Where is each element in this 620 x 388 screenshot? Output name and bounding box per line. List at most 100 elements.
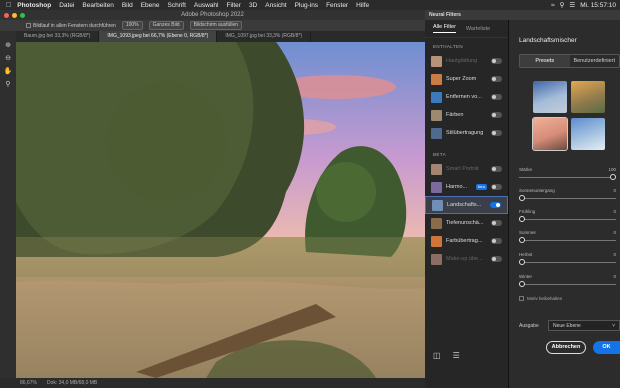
output-select[interactable]: Neue Ebene ˅ bbox=[548, 320, 620, 331]
tab-baum[interactable]: Baum.jpg bei 33,3% (RGB/8*) bbox=[16, 31, 100, 42]
filter-thumbnail bbox=[431, 235, 442, 247]
menu-item-plugins[interactable]: Plug-ins bbox=[295, 2, 318, 9]
keep-subject-checkbox[interactable]: Motiv beibehalten bbox=[519, 296, 562, 301]
tab-img-1093[interactable]: IMG_1093.jpeg bei 66,7% (Ebene 0, RGB/8*… bbox=[99, 31, 218, 42]
slider-strength[interactable]: Stärke 100 bbox=[519, 167, 616, 180]
menu-item-datei[interactable]: Datei bbox=[59, 2, 74, 9]
slider-value: 100 bbox=[608, 167, 616, 172]
slider-spring[interactable]: Frühling 0 bbox=[519, 209, 616, 222]
filter-toggle[interactable] bbox=[491, 94, 502, 100]
cancel-button[interactable]: Abbrechen bbox=[546, 341, 586, 354]
filter-toggle[interactable] bbox=[491, 184, 502, 190]
filter-toggle[interactable] bbox=[491, 166, 502, 172]
layers-icon[interactable]: ☰ bbox=[453, 351, 460, 360]
clock[interactable]: Mi. 15:57:10 bbox=[580, 2, 616, 9]
menu-app-name[interactable]: Photoshop bbox=[17, 2, 51, 9]
filter-toggle[interactable] bbox=[490, 202, 501, 208]
menu-item-hilfe[interactable]: Hilfe bbox=[356, 2, 369, 9]
minimize-window-icon[interactable] bbox=[12, 13, 17, 18]
menu-item-3d[interactable]: 3D bbox=[249, 2, 257, 9]
menu-item-ansicht[interactable]: Ansicht bbox=[265, 2, 286, 9]
filter-label: Stilübertragung bbox=[446, 130, 484, 136]
zoom-100-button[interactable]: 100% bbox=[121, 21, 143, 30]
slider-label: Frühling bbox=[519, 209, 536, 214]
compare-view-icon[interactable]: ◫ bbox=[433, 351, 441, 360]
menu-item-bearbeiten[interactable]: Bearbeiten bbox=[82, 2, 113, 9]
filter-toggle[interactable] bbox=[491, 76, 502, 82]
segment-custom[interactable]: Benutzerdefiniert bbox=[570, 55, 620, 67]
menu-item-schrift[interactable]: Schrift bbox=[167, 2, 185, 9]
menu-item-ebene[interactable]: Ebene bbox=[141, 2, 160, 9]
tab-waitlist[interactable]: Warteliste bbox=[466, 26, 490, 32]
menu-item-fenster[interactable]: Fenster bbox=[326, 2, 348, 9]
filter-landscape-mixer[interactable]: Landschafts... bbox=[425, 196, 508, 214]
filter-thumbnail bbox=[431, 73, 442, 85]
preset-sunset[interactable] bbox=[532, 117, 568, 151]
zoom-window-icon[interactable] bbox=[20, 13, 25, 18]
filter-toggle[interactable] bbox=[491, 220, 502, 226]
fit-screen-button[interactable]: Ganzes Bild bbox=[148, 21, 184, 30]
wifi-icon[interactable]: ≈ bbox=[551, 2, 555, 9]
status-zoom[interactable]: 86,67% bbox=[20, 380, 37, 386]
filter-colorize[interactable]: Färben bbox=[425, 106, 508, 124]
preset-autumn-valley[interactable] bbox=[571, 81, 605, 113]
close-window-icon[interactable] bbox=[4, 13, 9, 18]
segment-presets[interactable]: Presets bbox=[520, 55, 570, 67]
document-tabs: Baum.jpg bei 33,3% (RGB/8*) IMG_1093.jpe… bbox=[16, 31, 425, 42]
menu-item-auswahl[interactable]: Auswahl bbox=[194, 2, 219, 9]
preset-mountain-snow[interactable] bbox=[533, 81, 567, 113]
status-bar: 86,67% Dok: 34,0 MB/68,0 MB bbox=[0, 378, 425, 388]
filter-toggle[interactable] bbox=[491, 256, 502, 262]
slider-value: 0 bbox=[613, 230, 616, 235]
tab-img-1097[interactable]: IMG_1097.jpg bei 33,3% (RGB/8*) bbox=[217, 31, 312, 42]
slider-knob[interactable] bbox=[610, 174, 616, 180]
filter-label: Super Zoom bbox=[446, 76, 477, 82]
scroll-all-checkbox[interactable]: Bildlauf in allen Fenstern durchführen bbox=[26, 23, 116, 29]
apple-icon[interactable]:  bbox=[6, 2, 11, 9]
slider-winter[interactable]: Winter 0 bbox=[519, 274, 616, 287]
hand-tool-icon[interactable]: ✋ bbox=[4, 67, 13, 75]
slider-summer[interactable]: Sommer 0 bbox=[519, 230, 616, 243]
zoom-out-icon[interactable]: ⊖ bbox=[5, 54, 11, 62]
window-controls bbox=[4, 13, 25, 18]
filter-label: Hautglättung bbox=[446, 58, 478, 64]
keep-subject-label: Motiv beibehalten bbox=[527, 296, 563, 301]
filter-tabs: Alle Filter Warteliste bbox=[425, 20, 508, 38]
search-icon[interactable]: ⚲ bbox=[560, 1, 565, 9]
filter-toggle[interactable] bbox=[491, 58, 502, 64]
filter-super-zoom[interactable]: Super Zoom bbox=[425, 70, 508, 88]
filter-color-transfer[interactable]: Farbübertrag... bbox=[425, 232, 508, 250]
filter-harmonization[interactable]: Harmo... Neu bbox=[425, 178, 508, 196]
slider-knob[interactable] bbox=[519, 259, 525, 265]
preset-winter-lake[interactable] bbox=[571, 118, 605, 150]
menu-item-filter[interactable]: Filter bbox=[226, 2, 240, 9]
ok-button[interactable]: OK bbox=[593, 341, 620, 354]
presets-segmented-control: Presets Benutzerdefiniert bbox=[519, 54, 620, 68]
filter-toggle[interactable] bbox=[491, 238, 502, 244]
filter-smart-portrait[interactable]: Smart Porträt bbox=[425, 160, 508, 178]
slider-knob[interactable] bbox=[519, 281, 525, 287]
filter-thumbnail bbox=[432, 199, 443, 211]
document-canvas[interactable] bbox=[16, 42, 425, 378]
zoom-in-icon[interactable]: ⊕ bbox=[5, 41, 11, 49]
filter-toggle[interactable] bbox=[491, 112, 502, 118]
filter-skin-smoothing[interactable]: Hautglättung bbox=[425, 52, 508, 70]
window-title: Adobe Photoshop 2022 bbox=[0, 10, 425, 20]
fill-screen-button[interactable]: Bildschirm ausfüllen bbox=[189, 21, 243, 30]
slider-knob[interactable] bbox=[519, 216, 525, 222]
filter-depth-blur[interactable]: Tiefenunschä... bbox=[425, 214, 508, 232]
filter-jpeg-artifacts[interactable]: Entfernen vo... bbox=[425, 88, 508, 106]
neural-filters-header: Neural Filters bbox=[425, 10, 620, 20]
slider-knob[interactable] bbox=[519, 195, 525, 201]
tab-all-filters[interactable]: Alle Filter bbox=[433, 24, 456, 33]
filter-toggle[interactable] bbox=[491, 130, 502, 136]
slider-sunset[interactable]: Sonnenuntergang 0 bbox=[519, 188, 616, 201]
slider-autumn[interactable]: Herbst 0 bbox=[519, 252, 616, 265]
menu-item-bild[interactable]: Bild bbox=[122, 2, 133, 9]
control-center-icon[interactable]: ☰ bbox=[569, 1, 575, 9]
slider-knob[interactable] bbox=[519, 237, 525, 243]
filter-style-transfer[interactable]: Stilübertragung bbox=[425, 124, 508, 142]
filter-makeup-transfer[interactable]: Make-up übe... bbox=[425, 250, 508, 268]
zoom-tool-icon[interactable]: ⚲ bbox=[5, 80, 10, 88]
filter-thumbnail bbox=[431, 217, 442, 229]
